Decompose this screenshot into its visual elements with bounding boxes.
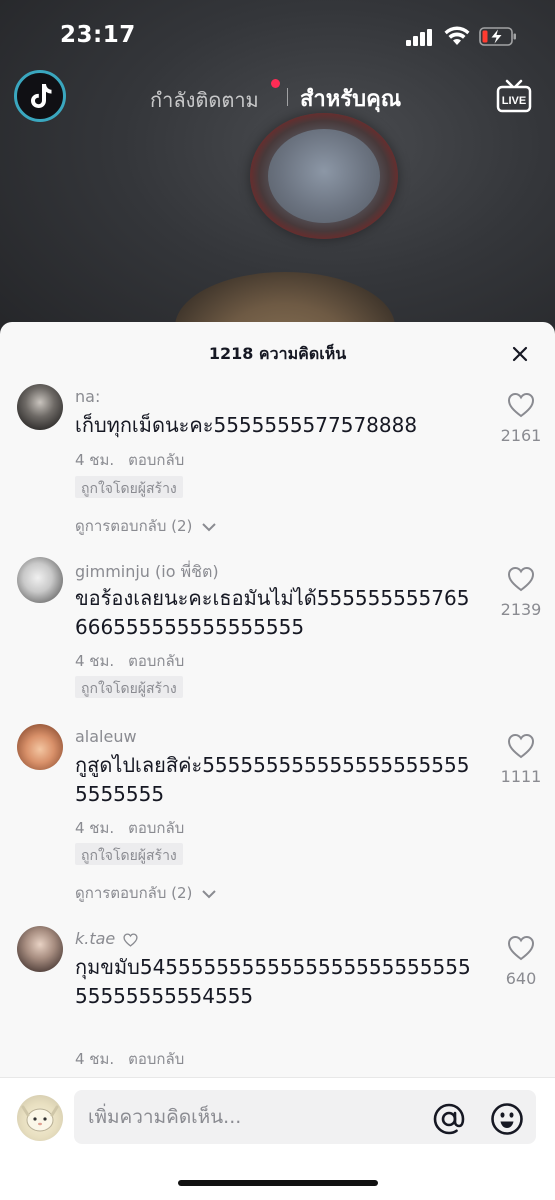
avatar[interactable] [17, 557, 63, 603]
comment-item[interactable]: na: เก็บทุกเม็ดนะคะ5555555577578888 4 ชม… [0, 380, 555, 550]
tiktok-logo-button[interactable] [14, 70, 66, 122]
reply-button[interactable]: ตอบกลับ [128, 451, 184, 469]
tab-for-you[interactable]: สำหรับคุณ [300, 81, 401, 116]
reply-button[interactable]: ตอบกลับ [128, 819, 184, 837]
comment-username[interactable]: k.tae [75, 929, 138, 948]
new-content-dot [271, 79, 280, 88]
creator-liked-heart-icon [123, 932, 138, 947]
heart-icon [507, 733, 535, 759]
comment-meta: 4 ชม. ตอบกลับ [75, 448, 184, 472]
like-count: 1111 [500, 767, 542, 786]
home-indicator[interactable] [178, 1180, 378, 1186]
chevron-down-icon [202, 889, 216, 898]
avatar[interactable] [17, 724, 63, 770]
like-button[interactable]: 2161 [497, 392, 545, 445]
like-button[interactable]: 640 [497, 935, 545, 988]
heart-icon [507, 392, 535, 418]
comments-header: 1218 ความคิดเห็น [0, 322, 555, 380]
tab-divider [287, 88, 288, 106]
comment-time: 4 ชม. [75, 451, 115, 469]
avatar[interactable] [17, 384, 63, 430]
cellular-signal-icon [406, 29, 434, 46]
view-replies-label: ดูการตอบกลับ (2) [75, 884, 193, 902]
comment-input[interactable] [74, 1090, 536, 1144]
like-count: 2161 [500, 426, 542, 445]
comment-username-text: k.tae [75, 929, 116, 948]
heart-icon [507, 935, 535, 961]
comment-meta: 4 ชม. ตอบกลับ [75, 816, 184, 840]
comment-text: เก็บทุกเม็ดนะคะ5555555577578888 [75, 413, 418, 437]
live-tv-icon[interactable]: LIVE [494, 76, 534, 116]
reply-button[interactable]: ตอบกลับ [128, 652, 184, 670]
cartoon-character-icon [21, 1105, 59, 1132]
status-bar: 23:17 [0, 0, 555, 70]
view-replies-button[interactable]: ดูการตอบกลับ (2) [75, 514, 217, 538]
comment-username[interactable]: na: [75, 387, 100, 406]
status-time: 23:17 [60, 22, 136, 48]
comment-username[interactable]: alaleuw [75, 727, 137, 746]
like-button[interactable]: 1111 [497, 733, 545, 786]
liked-by-creator-badge: ถูกใจโดยผู้สร้าง [75, 676, 183, 698]
comment-input-bar [0, 1077, 555, 1200]
top-nav: กำลังติดตาม สำหรับคุณ LIVE [0, 68, 555, 124]
comments-count-title: 1218 ความคิดเห็น [208, 344, 347, 363]
comment-text: กุมขมับ545555555555555555555555555555555… [75, 955, 471, 1008]
video-ceiling-lamp [250, 113, 398, 239]
live-label: LIVE [502, 95, 526, 107]
mention-at-icon[interactable] [432, 1102, 466, 1136]
comment-meta: 4 ชม. ตอบกลับ [75, 1047, 184, 1071]
comment-text: กูสูดไปเลยสิค่ะ5555555555555555555555555… [75, 753, 470, 806]
emoji-icon[interactable] [490, 1102, 524, 1136]
comment-item[interactable]: alaleuw กูสูดไปเลยสิค่ะ55555555555555555… [0, 724, 555, 914]
tab-following[interactable]: กำลังติดตาม [150, 84, 259, 116]
chevron-down-icon [202, 522, 216, 531]
close-icon[interactable] [508, 342, 532, 366]
comment-item[interactable]: k.tae กุมขมับ545555555555555555555555555… [0, 926, 555, 1086]
view-replies-button[interactable]: ดูการตอบกลับ (2) [75, 881, 217, 905]
liked-by-creator-badge: ถูกใจโดยผู้สร้าง [75, 843, 183, 865]
like-count: 640 [505, 969, 537, 988]
liked-by-creator-badge: ถูกใจโดยผู้สร้าง [75, 476, 183, 498]
my-avatar [17, 1095, 63, 1141]
comment-meta: 4 ชม. ตอบกลับ [75, 649, 184, 673]
comment-item[interactable]: gimminju (io พี่ชิต) ขอร้องเลยนะคะเธอมัน… [0, 557, 555, 707]
like-count: 2139 [500, 600, 542, 619]
reply-button[interactable]: ตอบกลับ [128, 1050, 184, 1068]
comment-username[interactable]: gimminju (io พี่ชิต) [75, 560, 219, 585]
comments-sheet: 1218 ความคิดเห็น na: เก็บทุกเม็ดนะคะ5555… [0, 322, 555, 1200]
comment-time: 4 ชม. [75, 819, 115, 837]
comment-text: ขอร้องเลยนะคะเธอมันไม่ได้555555555765666… [75, 586, 470, 639]
like-button[interactable]: 2139 [497, 566, 545, 619]
tiktok-note-icon [31, 84, 52, 108]
comment-time: 4 ชม. [75, 1050, 115, 1068]
avatar[interactable] [17, 926, 63, 972]
comment-time: 4 ชม. [75, 652, 115, 670]
view-replies-label: ดูการตอบกลับ (2) [75, 517, 193, 535]
wifi-icon [444, 26, 470, 45]
battery-charging-icon [479, 27, 516, 46]
heart-icon [507, 566, 535, 592]
